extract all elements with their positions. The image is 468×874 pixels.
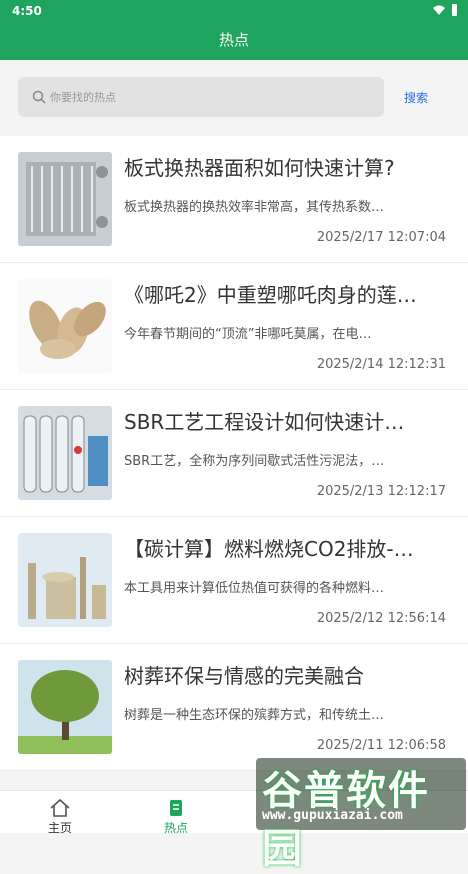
tree-image: [18, 660, 112, 754]
article-title: 【碳计算】燃料燃烧CO2排放-…: [124, 537, 414, 561]
status-icons: [433, 4, 458, 16]
search-input[interactable]: 你要找的热点: [18, 77, 384, 117]
article-desc: SBR工艺，全称为序列间歇式活性污泥法，…: [124, 454, 385, 469]
search-icon: [32, 90, 46, 104]
article-desc: 本工具用来计算低位热值可获得的各种燃料…: [124, 581, 385, 596]
article-title: 板式换热器面积如何快速计算?: [124, 156, 395, 180]
article-desc: 树葬是一种生态环保的殡葬方式，和传统土…: [124, 708, 385, 723]
list-item[interactable]: 【碳计算】燃料燃烧CO2排放-… 本工具用来计算低位热值可获得的各种燃料… 20…: [0, 517, 468, 644]
tab-home[interactable]: 主页: [30, 797, 90, 836]
page-title: 热点: [0, 22, 468, 60]
article-title: 《哪吒2》中重塑哪吒肉身的莲…: [124, 283, 417, 307]
list-item[interactable]: SBR工艺工程设计如何快速计… SBR工艺，全称为序列间歇式活性污泥法，… 20…: [0, 390, 468, 517]
article-title: 树葬环保与情感的完美融合: [124, 664, 364, 688]
list-item[interactable]: 《哪吒2》中重塑哪吒肉身的莲… 今年春节期间的“顶流”非哪吒莫属，在电… 202…: [0, 263, 468, 390]
watermark-url: www.gupuxiazai.com: [262, 808, 403, 823]
watermark-logo: 谷普软件园 www.gupuxiazai.com: [256, 758, 466, 872]
article-desc: 今年春节期间的“顶流”非哪吒莫属，在电…: [124, 327, 372, 342]
article-list: 板式换热器面积如何快速计算? 板式换热器的换热效率非常高，其传热系数… 2025…: [0, 136, 468, 771]
wifi-icon: [433, 5, 445, 15]
hot-icon: [170, 800, 182, 816]
search-button[interactable]: 搜索: [404, 89, 428, 106]
heat-exchanger-image: [18, 152, 112, 246]
article-title: SBR工艺工程设计如何快速计…: [124, 410, 405, 434]
article-date: 2025/2/13 12:12:17: [316, 484, 446, 499]
refinery-image: [18, 533, 112, 627]
status-time: 4:50: [12, 4, 42, 18]
article-desc: 板式换热器的换热效率非常高，其传热系数…: [124, 200, 385, 215]
article-date: 2025/2/11 12:06:58: [316, 738, 446, 753]
list-item[interactable]: 树葬环保与情感的完美融合 树葬是一种生态环保的殡葬方式，和传统土… 2025/2…: [0, 644, 468, 771]
lotus-root-image: [18, 279, 112, 373]
list-item[interactable]: 板式换热器面积如何快速计算? 板式换热器的换热效率非常高，其传热系数… 2025…: [0, 136, 468, 263]
article-date: 2025/2/14 12:12:31: [316, 357, 446, 372]
tab-hot[interactable]: 热点: [146, 797, 206, 836]
battery-icon: [452, 4, 457, 16]
article-date: 2025/2/17 12:07:04: [316, 230, 446, 245]
status-bar: 4:50: [0, 0, 468, 22]
article-date: 2025/2/12 12:56:14: [316, 611, 446, 626]
water-plant-image: [18, 406, 112, 500]
home-icon: [50, 798, 70, 817]
search-placeholder: 你要找的热点: [50, 91, 116, 104]
search-bar: 你要找的热点 搜索: [0, 60, 468, 136]
